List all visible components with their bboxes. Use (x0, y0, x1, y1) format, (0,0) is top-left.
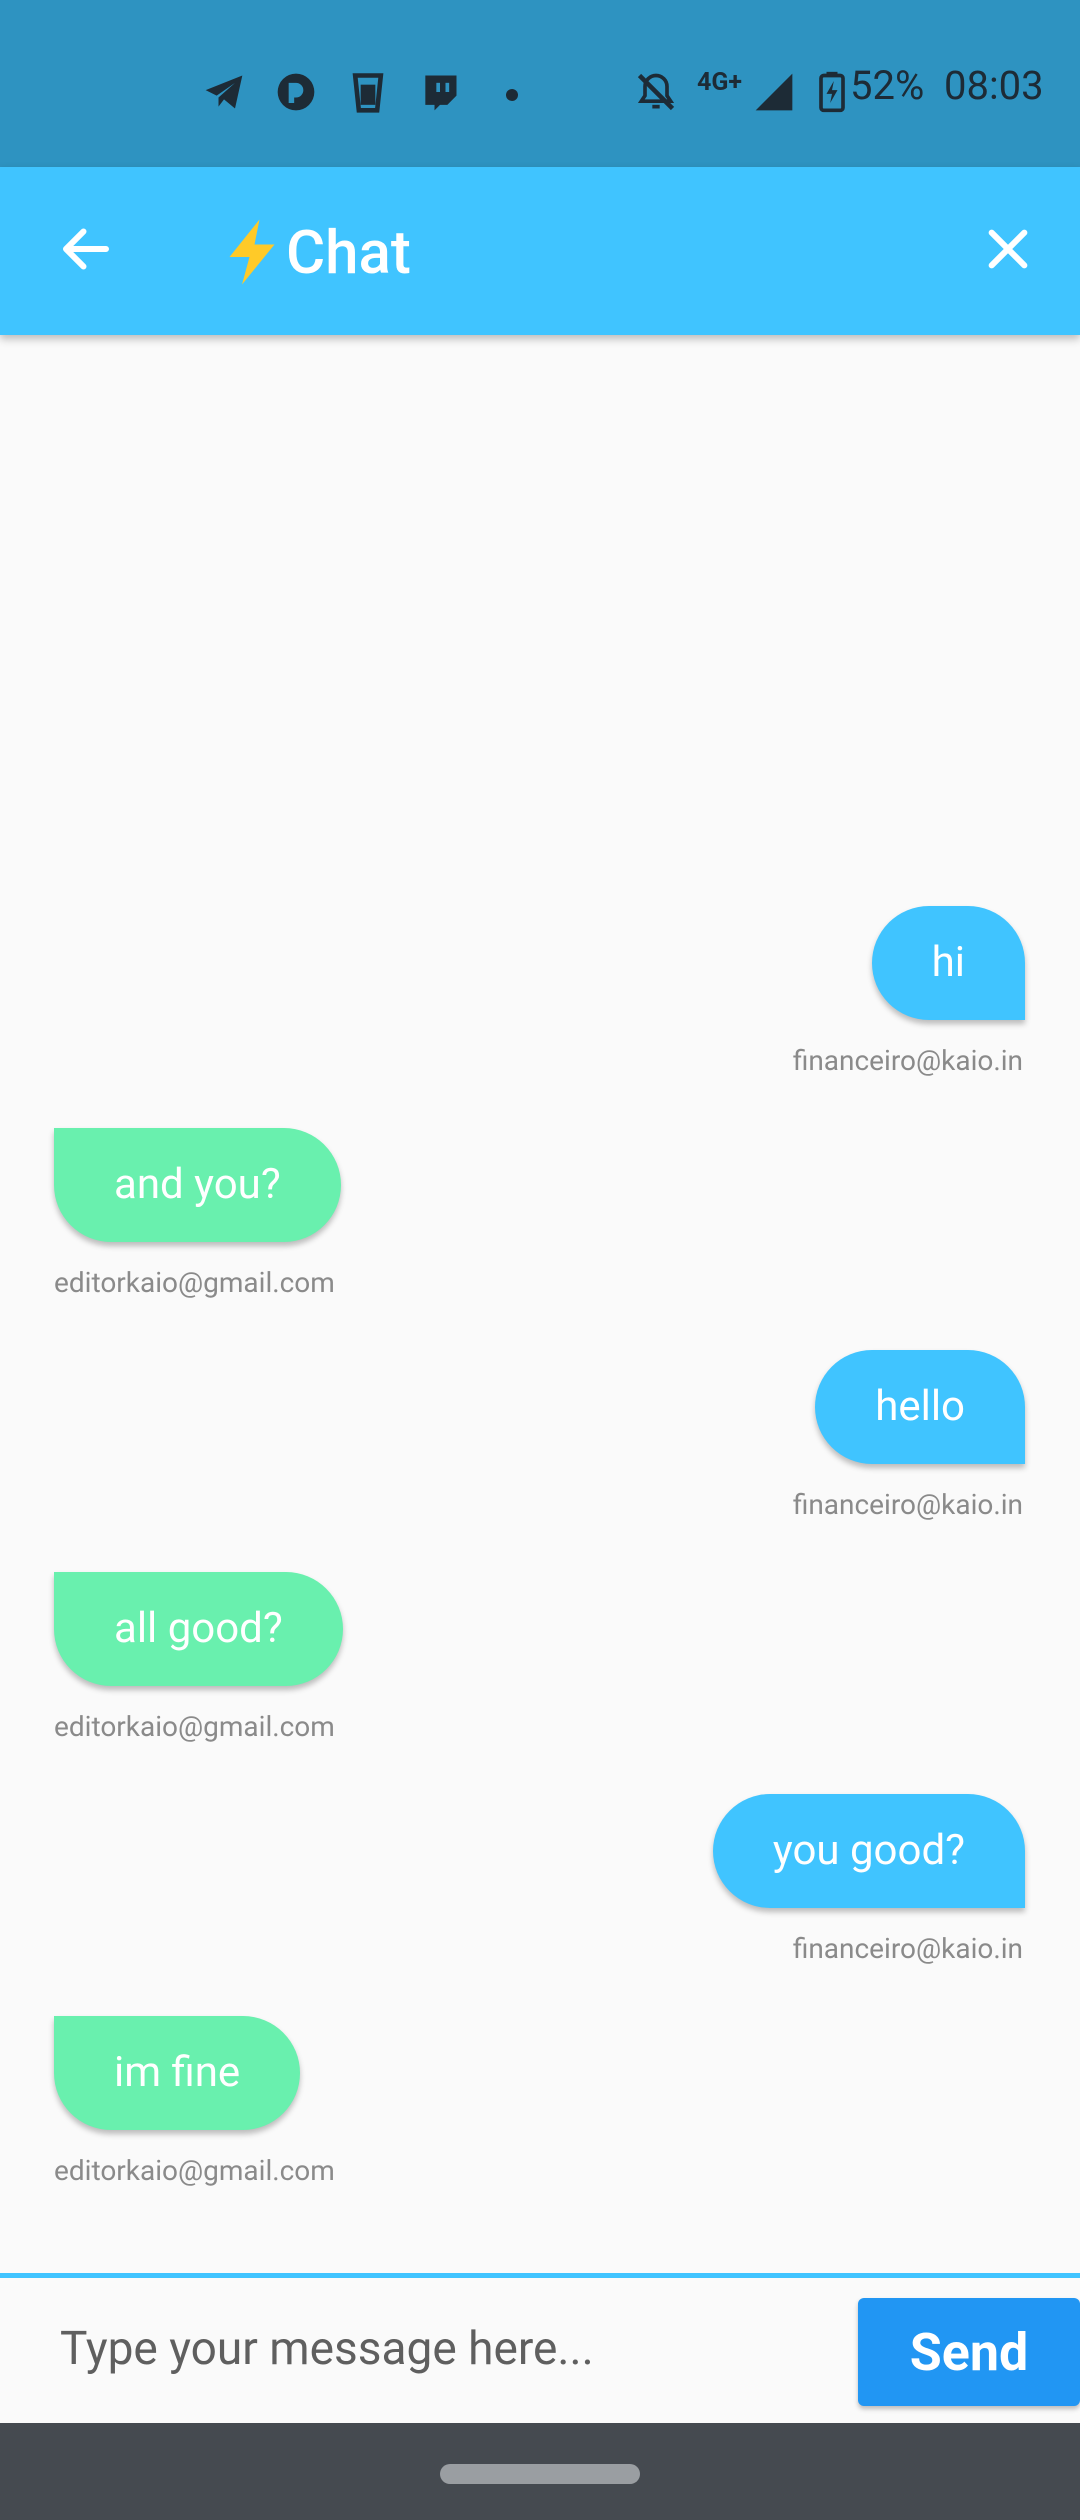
message-input[interactable] (30, 2294, 890, 2404)
message-sender: editorkaio@gmail.com (54, 1710, 335, 1743)
message-bubble-outgoing[interactable]: hello (815, 1350, 1025, 1464)
status-bar: 4G+ 52% 08:03 (0, 0, 1080, 167)
message-bubble-outgoing[interactable]: you good? (712, 1794, 1025, 1908)
message-text: and you? (114, 1160, 281, 1209)
signal-icon (755, 73, 793, 111)
message-sender: financeiro@kaio.in (792, 1044, 1023, 1077)
notification-dot (506, 89, 518, 101)
network-type: 4G+ (697, 68, 743, 97)
close-icon (988, 229, 1028, 269)
message-text: hi (931, 938, 965, 987)
battery-percent: 52% (850, 62, 925, 109)
app-bar: Chat (0, 167, 1080, 335)
message-sender: financeiro@kaio.in (792, 1932, 1023, 1965)
message-text: im fine (114, 2048, 241, 2097)
message-text: all good? (114, 1604, 283, 1653)
lightning-icon (229, 219, 275, 285)
telegram-icon (205, 75, 243, 109)
system-nav-bar (0, 2423, 1080, 2520)
message-text: hello (875, 1382, 965, 1431)
glass-icon (352, 73, 384, 113)
message-text: you good? (772, 1826, 965, 1875)
message-sender: editorkaio@gmail.com (54, 2154, 335, 2187)
message-composer: Send (0, 2273, 1080, 2428)
message-bubble-incoming[interactable]: im fine (54, 2016, 301, 2130)
browser-icon (277, 73, 315, 111)
twitch-icon (425, 75, 457, 111)
page-title: Chat (222, 207, 411, 297)
message-sender: financeiro@kaio.in (792, 1488, 1023, 1521)
close-button[interactable] (966, 207, 1050, 291)
title-text: Chat (286, 216, 411, 288)
back-button[interactable] (44, 207, 128, 291)
mute-bell-icon (637, 73, 675, 111)
home-gesture-handle[interactable] (440, 2464, 640, 2484)
message-bubble-incoming[interactable]: and you? (54, 1128, 341, 1242)
message-sender: editorkaio@gmail.com (54, 1266, 335, 1299)
send-button[interactable]: Send (858, 2298, 1080, 2406)
clock: 08:03 (944, 62, 1044, 109)
arrow-back-icon (63, 228, 109, 270)
message-bubble-incoming[interactable]: all good? (54, 1572, 343, 1686)
message-list[interactable]: hi financeiro@kaio.in and you? editorkai… (0, 335, 1080, 2277)
battery-charging-icon (819, 71, 845, 113)
message-bubble-outgoing[interactable]: hi (871, 906, 1025, 1020)
